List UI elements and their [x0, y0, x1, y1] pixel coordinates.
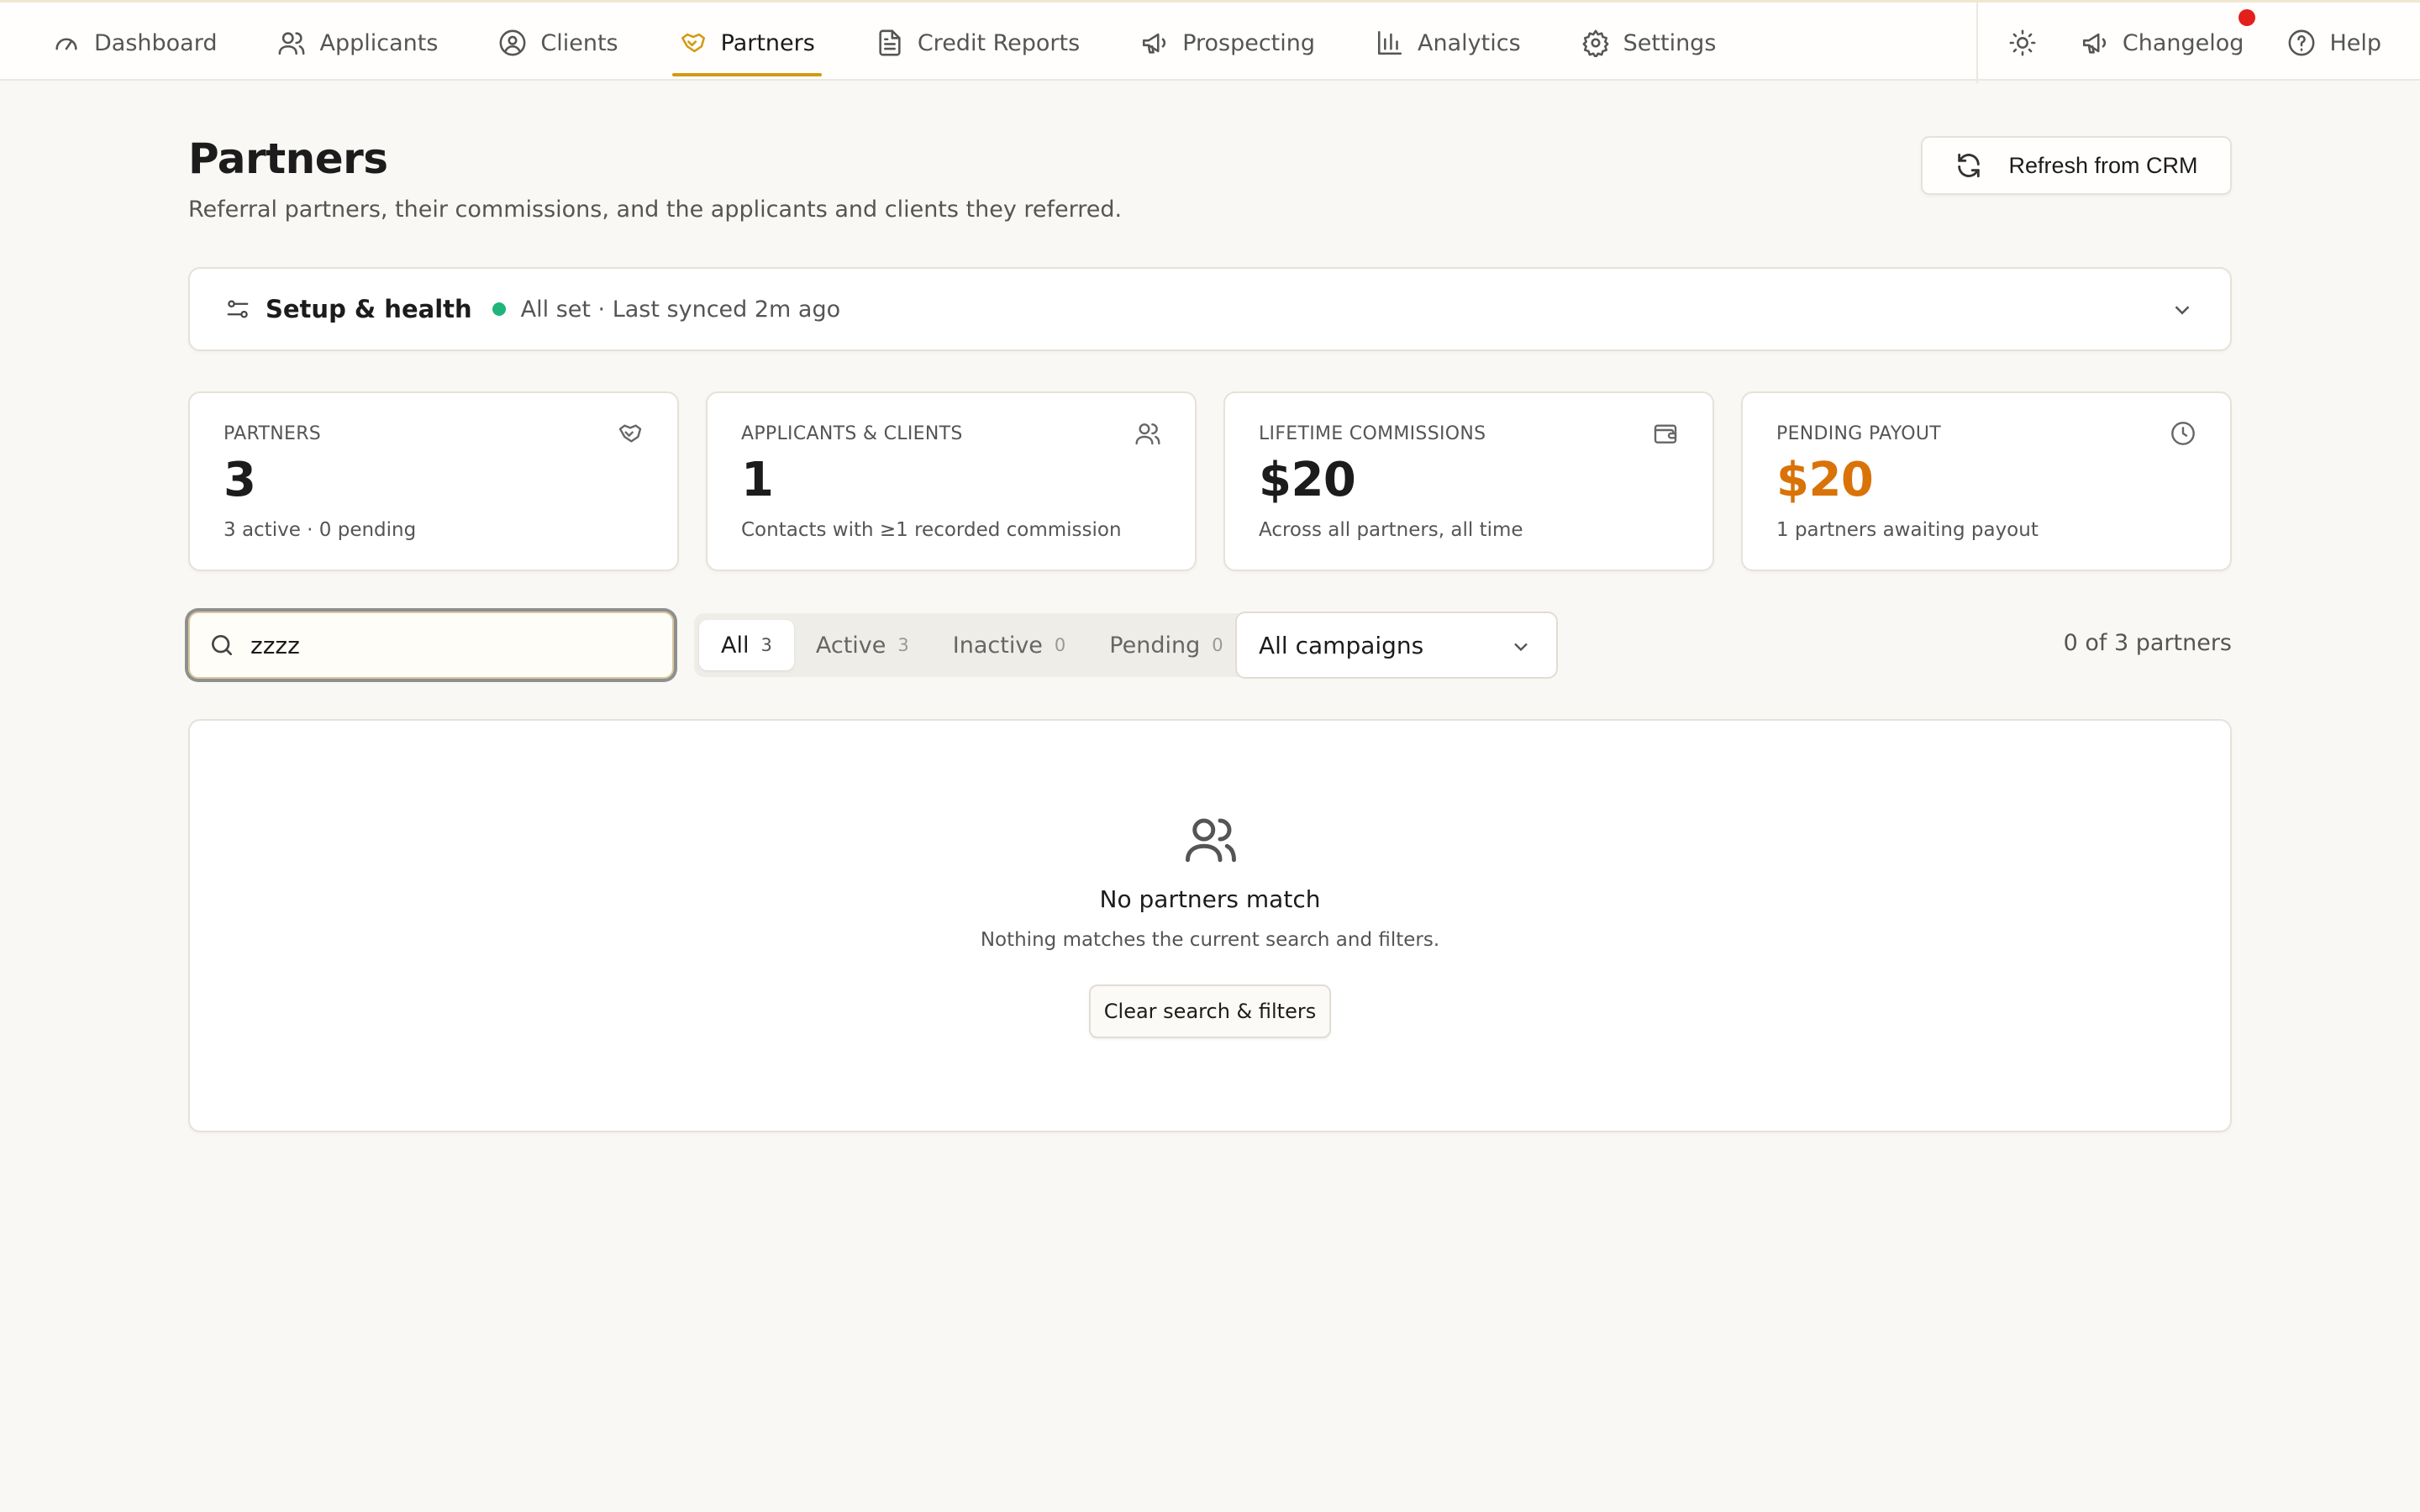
megaphone-icon — [2082, 33, 2106, 54]
nav-label: Partners — [720, 29, 815, 56]
refresh-label: Refresh from CRM — [2008, 152, 2198, 178]
nav-prospecting[interactable]: Prospecting — [1140, 3, 1315, 83]
nav-label: Applicants — [319, 29, 439, 56]
stat-value: $20 — [1776, 453, 1874, 507]
empty-state-panel: No partners match Nothing matches the cu… — [188, 719, 2232, 1132]
page-subtitle: Referral partners, their commissions, an… — [188, 197, 1123, 223]
nav-dashboard[interactable]: Dashboard — [52, 3, 217, 83]
tab-count: 0 — [1212, 635, 1223, 655]
help-icon — [2288, 29, 2315, 56]
stat-card-lifetime-commissions: LIFETIME COMMISSIONS $20 Across all part… — [1223, 391, 1714, 571]
nav-label: Credit Reports — [917, 29, 1081, 56]
result-count: 0 of 3 partners — [2063, 630, 2232, 656]
main-nav: Dashboard Applicants Clients Partners Cr… — [0, 3, 1776, 83]
sun-icon — [2009, 29, 2036, 56]
changelog-link[interactable]: Changelog — [2081, 3, 2256, 83]
stat-note: 3 active · 0 pending — [224, 519, 417, 541]
nav-clients[interactable]: Clients — [498, 3, 618, 83]
campaign-select[interactable]: All campaigns — [1235, 612, 1558, 679]
stats-cards: PARTNERS 3 3 active · 0 pending APPLICAN… — [188, 391, 2232, 571]
stat-card-applicants-clients: APPLICANTS & CLIENTS 1 Contacts with ≥1 … — [706, 391, 1197, 571]
nav-label: Settings — [1623, 29, 1717, 56]
help-label: Help — [2329, 29, 2381, 56]
stat-label: PENDING PAYOUT — [1776, 423, 1942, 444]
search-input[interactable] — [250, 631, 654, 659]
wallet-icon — [1654, 424, 1677, 444]
megaphone-icon — [1143, 33, 1166, 54]
nav-analytics[interactable]: Analytics — [1376, 3, 1521, 83]
nav-label: Prospecting — [1182, 29, 1316, 56]
gear-icon — [1582, 29, 1609, 57]
tab-count: 0 — [1054, 635, 1066, 655]
refresh-from-crm-button[interactable]: Refresh from CRM — [1921, 136, 2232, 195]
stat-note: Contacts with ≥1 recorded commission — [741, 519, 1122, 541]
chevron-down-icon — [1514, 643, 1528, 652]
stat-value: $20 — [1259, 453, 1356, 507]
nav-label: Dashboard — [94, 29, 218, 56]
campaign-value: All campaigns — [1259, 631, 1424, 659]
changelog-label: Changelog — [2122, 29, 2244, 56]
stat-label: LIFETIME COMMISSIONS — [1259, 423, 1486, 444]
tab-count: 3 — [760, 635, 772, 655]
stat-value: 3 — [224, 453, 256, 507]
stat-label: PARTNERS — [224, 423, 322, 444]
tab-label: Inactive — [952, 632, 1043, 659]
theme-toggle[interactable] — [2008, 3, 2037, 83]
setup-status: All set · Last synced 2m ago — [520, 296, 841, 323]
page-title: Partners — [188, 134, 388, 183]
tab-label: Pending — [1109, 632, 1201, 659]
setup-label: Setup & health — [266, 295, 472, 323]
setup-health-panel[interactable]: Setup & health All set · Last synced 2m … — [188, 267, 2232, 351]
tab-inactive[interactable]: Inactive 0 — [931, 620, 1088, 670]
empty-title: No partners match — [1099, 885, 1321, 913]
bar-chart-icon — [1378, 30, 1402, 55]
stat-card-pending-payout: PENDING PAYOUT $20 1 partners awaiting p… — [1741, 391, 2232, 571]
document-icon — [879, 29, 901, 56]
search-icon — [212, 635, 232, 655]
gauge-icon — [55, 38, 77, 50]
users-icon — [1135, 423, 1160, 445]
stat-card-partners: PARTNERS 3 3 active · 0 pending — [188, 391, 679, 571]
handshake-icon — [618, 424, 642, 443]
status-dot — [492, 302, 506, 316]
notification-dot — [2238, 9, 2256, 26]
clear-search-filters-button[interactable]: Clear search & filters — [1089, 984, 1331, 1038]
stat-note: 1 partners awaiting payout — [1776, 519, 2039, 541]
chevron-down-icon[interactable] — [2170, 297, 2195, 323]
status-filter-tabs: All 3 Active 3 Inactive 0 Pending 0 — [694, 613, 1250, 677]
handshake-icon — [681, 33, 705, 53]
help-link[interactable]: Help — [2287, 3, 2381, 83]
users-icon — [279, 32, 305, 55]
tab-label: Active — [815, 632, 886, 659]
nav-utilities: Changelog Help — [1975, 3, 2420, 83]
empty-description: Nothing matches the current search and f… — [980, 929, 1440, 951]
nav-partners[interactable]: Partners — [671, 3, 823, 83]
nav-credit-reports[interactable]: Credit Reports — [876, 3, 1080, 83]
tab-pending[interactable]: Pending 0 — [1087, 620, 1244, 670]
nav-label: Analytics — [1418, 29, 1521, 56]
nav-label: Clients — [540, 29, 618, 56]
tab-count: 3 — [897, 635, 909, 655]
tab-all[interactable]: All 3 — [699, 620, 794, 670]
nav-applicants[interactable]: Applicants — [277, 3, 438, 83]
top-navigation: Dashboard Applicants Clients Partners Cr… — [0, 0, 2420, 83]
search-field[interactable] — [188, 612, 674, 679]
nav-settings[interactable]: Settings — [1581, 3, 1717, 83]
user-circle-icon — [499, 29, 526, 56]
users-icon — [1186, 818, 1236, 863]
stat-label: APPLICANTS & CLIENTS — [741, 423, 963, 444]
clock-icon — [2171, 422, 2195, 445]
tab-label: All — [721, 632, 750, 659]
stat-note: Across all partners, all time — [1259, 519, 1523, 541]
sliders-icon — [227, 300, 249, 318]
tab-active[interactable]: Active 3 — [794, 620, 931, 670]
stat-value: 1 — [741, 453, 774, 507]
refresh-icon — [1958, 153, 1981, 178]
